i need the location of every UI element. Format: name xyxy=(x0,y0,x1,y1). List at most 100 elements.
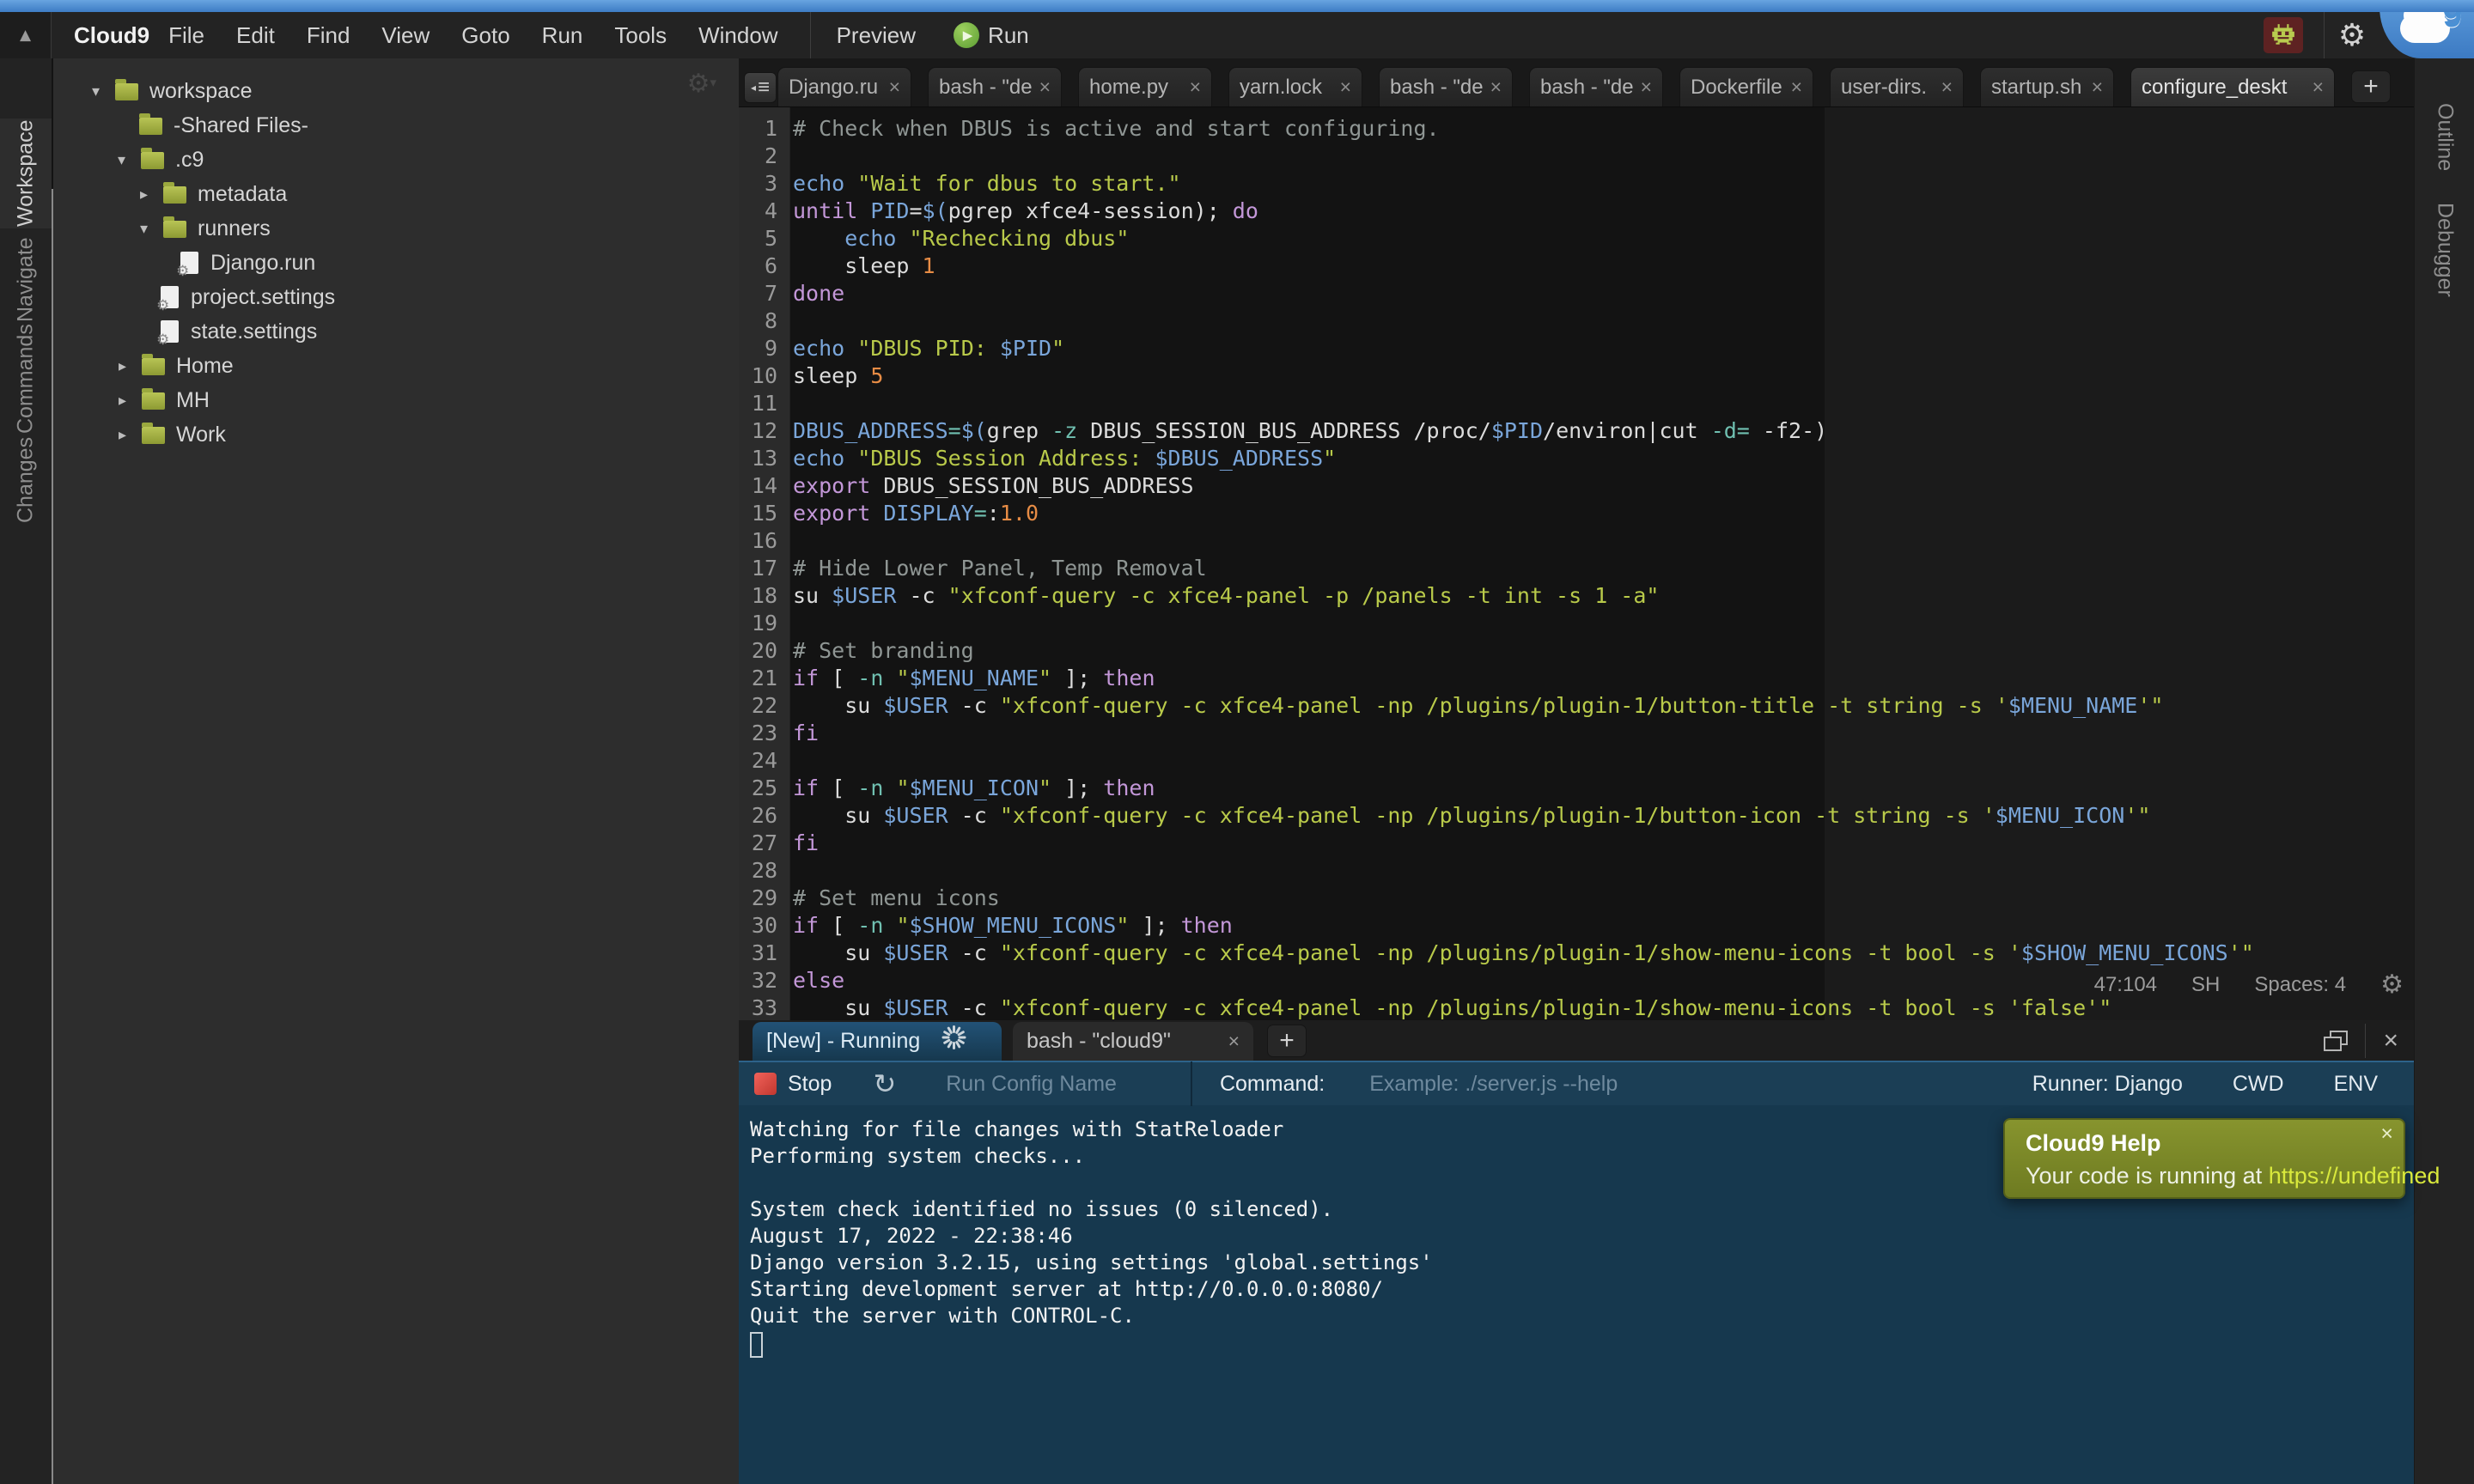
close-icon[interactable]: × xyxy=(2092,76,2103,99)
close-icon[interactable]: × xyxy=(1228,1030,1240,1053)
menu-goto[interactable]: Goto xyxy=(461,22,509,49)
runner-selector[interactable]: Runner: Django xyxy=(2032,1072,2183,1097)
editor-tabs: Django.ru× bash - "de× home.py× yarn.lock× b… xyxy=(777,67,2391,106)
chevron-right-icon[interactable]: ▸ xyxy=(119,357,142,375)
console-add-tab-button[interactable]: + xyxy=(1267,1025,1307,1057)
editor-tab[interactable]: bash - "de× xyxy=(1379,67,1513,106)
sidebar-tab-changes[interactable]: Changes xyxy=(0,436,52,524)
tree-row[interactable]: ▸Work xyxy=(53,417,739,452)
close-icon[interactable]: × xyxy=(1490,76,1502,99)
editor-tab[interactable]: startup.sh× xyxy=(1980,67,2114,106)
line-number: 29 xyxy=(739,885,789,912)
editor-tab[interactable]: yarn.lock× xyxy=(1228,67,1362,106)
close-panel-icon[interactable]: × xyxy=(2383,1026,2398,1055)
collapse-menubar-button[interactable]: ▲ xyxy=(0,12,52,58)
tree-row[interactable]: ▸Home xyxy=(53,349,739,383)
tree-row[interactable]: ▾.c9 xyxy=(53,143,739,177)
close-icon[interactable]: × xyxy=(1190,76,1201,99)
editor-tab[interactable]: bash - "de× xyxy=(928,67,1062,106)
editor-tab[interactable]: Dockerfile× xyxy=(1679,67,1813,106)
code-token: PID xyxy=(870,198,909,223)
close-icon[interactable]: × xyxy=(1039,76,1051,99)
debugger-bug-icon[interactable] xyxy=(2264,17,2303,53)
editor-tab[interactable]: Django.ru× xyxy=(777,67,911,106)
tree-row[interactable]: -Shared Files- xyxy=(53,108,739,143)
stop-button[interactable]: Stop xyxy=(754,1072,832,1097)
code-token: "xfconf-query -c xfce4-panel -np /plugin… xyxy=(1000,940,2021,965)
tree-row[interactable]: ▾workspace xyxy=(53,74,739,108)
code-token xyxy=(844,171,857,196)
editor-tab[interactable]: bash - "de× xyxy=(1529,67,1663,106)
code-line: if [ -n "$MENU_NAME" ]; then xyxy=(791,665,2414,692)
tree-row[interactable]: project.settings xyxy=(53,280,739,314)
tree-panel-border xyxy=(52,189,53,1484)
chevron-right-icon[interactable]: ▸ xyxy=(119,392,142,410)
sidebar-tab-navigate[interactable]: Navigate xyxy=(0,239,52,321)
close-icon[interactable]: × xyxy=(2313,76,2324,99)
tree-row[interactable]: state.settings xyxy=(53,314,739,349)
file-icon xyxy=(161,320,179,343)
close-icon[interactable]: × xyxy=(1941,76,1953,99)
tab-list-button[interactable]: ◂ ≡ xyxy=(744,72,777,103)
menu-window[interactable]: Window xyxy=(698,22,777,49)
menu-tools[interactable]: Tools xyxy=(614,22,667,49)
syntax-mode[interactable]: SH xyxy=(2191,973,2220,997)
sidebar-tab-workspace[interactable]: Workspace xyxy=(0,119,52,228)
statusbar-gear-icon[interactable]: ⚙ xyxy=(2380,970,2404,1000)
code-token: sleep xyxy=(793,363,870,388)
close-icon[interactable]: × xyxy=(889,76,900,99)
cursor-position[interactable]: 47:104 xyxy=(2094,973,2157,997)
restart-icon[interactable]: ↻ xyxy=(873,1067,896,1100)
code-token: 1 xyxy=(923,253,935,278)
menubar-right: ⚙ 9 xyxy=(2264,12,2474,58)
code-token: sleep xyxy=(793,253,923,278)
settings-gear-icon[interactable]: ⚙ xyxy=(2325,18,2380,53)
menu-run[interactable]: Run xyxy=(542,22,583,49)
chevron-down-icon[interactable]: ▾ xyxy=(92,82,115,100)
close-icon[interactable]: × xyxy=(1791,76,1802,99)
chevron-down-icon[interactable]: ▾ xyxy=(140,220,163,238)
maximize-panel-icon[interactable] xyxy=(2324,1031,2348,1051)
env-button[interactable]: ENV xyxy=(2334,1072,2378,1097)
code-token: $SHOW_MENU_ICONS xyxy=(2021,940,2228,965)
code-editor[interactable]: 1234567891011121314151617181920212223242… xyxy=(739,107,2414,1020)
bug-glyph xyxy=(2270,23,2296,47)
sidebar-tab-debugger[interactable]: Debugger xyxy=(2415,174,2474,325)
cwd-button[interactable]: CWD xyxy=(2233,1072,2284,1097)
close-icon[interactable]: × xyxy=(1641,76,1652,99)
menu-file[interactable]: File xyxy=(168,22,204,49)
menu-find[interactable]: Find xyxy=(307,22,350,49)
new-tab-button[interactable]: + xyxy=(2351,70,2391,103)
console-tab[interactable]: [New] - Running xyxy=(753,1022,1002,1061)
command-input[interactable]: Example: ./server.js --help xyxy=(1369,1072,1618,1097)
run-config-name-input[interactable]: Run Config Name xyxy=(946,1072,1117,1097)
notification-link[interactable]: https://undefined xyxy=(2269,1163,2440,1189)
cloud9-menu[interactable]: Cloud9 xyxy=(74,22,149,49)
editor-tab[interactable]: home.py× xyxy=(1078,67,1212,106)
close-icon[interactable]: × xyxy=(1340,76,1351,99)
editor-tab[interactable]: user-dirs.× xyxy=(1830,67,1964,106)
preview-button[interactable]: Preview xyxy=(837,22,916,49)
folder-icon xyxy=(142,358,165,375)
spaces-setting[interactable]: Spaces: 4 xyxy=(2254,973,2346,997)
tree-row[interactable]: ▾runners xyxy=(53,211,739,246)
sidebar-tab-commands[interactable]: Commands xyxy=(0,338,52,420)
tree-row[interactable]: ▸metadata xyxy=(53,177,739,211)
chevron-right-icon[interactable]: ▸ xyxy=(119,426,142,444)
menu-view[interactable]: View xyxy=(381,22,430,49)
notification-close-icon[interactable]: × xyxy=(2380,1122,2393,1146)
console-tab[interactable]: bash - "cloud9"× xyxy=(1013,1022,1253,1061)
run-button[interactable]: ▶ Run xyxy=(954,22,1029,49)
line-number: 11 xyxy=(739,390,789,417)
code-line xyxy=(791,610,2414,637)
code-token: = xyxy=(948,418,961,443)
tree-row[interactable]: Django.run xyxy=(53,246,739,280)
console-tab-label: [New] - Running xyxy=(766,1029,920,1054)
tree-row[interactable]: ▸MH xyxy=(53,383,739,417)
editor-tab[interactable]: configure_deskt× xyxy=(2130,67,2335,106)
menu-edit[interactable]: Edit xyxy=(236,22,275,49)
code-line: if [ -n "$MENU_ICON" ]; then xyxy=(791,775,2414,802)
chevron-down-icon[interactable]: ▾ xyxy=(118,151,141,169)
tree-item-label: project.settings xyxy=(191,285,335,310)
chevron-right-icon[interactable]: ▸ xyxy=(140,186,163,204)
